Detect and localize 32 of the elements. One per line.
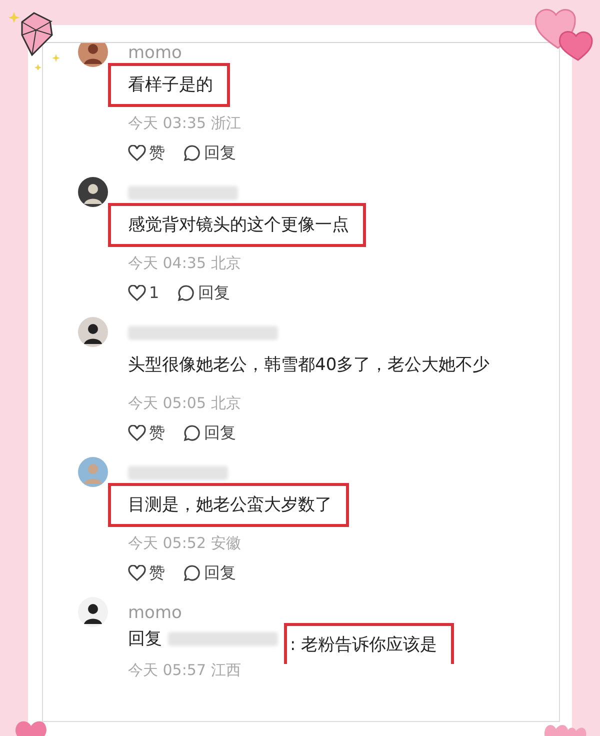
comment-text: 看样子是的	[128, 74, 213, 97]
avatar	[78, 177, 108, 207]
reply-button[interactable]: 回复	[183, 561, 236, 585]
reply-prefix: 回复	[128, 628, 162, 650]
comment-text: : 老粉告诉你应该是	[284, 623, 454, 664]
avatar	[78, 457, 108, 487]
comment-text: 头型很像她老公，韩雪都40多了，老公大她不少	[128, 354, 490, 377]
heart-icon	[128, 285, 146, 301]
comment-text: 目测是，她老公蛮大岁数了	[128, 494, 332, 517]
comment-text: 感觉背对镜头的这个更像一点	[128, 214, 349, 237]
comment-time: 今天 03:35 浙江	[128, 113, 241, 133]
comment-icon	[183, 424, 201, 442]
comment-icon	[177, 284, 196, 302]
comment-time: 今天 04:35 北京	[128, 253, 241, 273]
reply-button[interactable]: 回复	[177, 281, 230, 305]
comment-time: 今天 05:05 北京	[128, 393, 241, 413]
heart-icon	[128, 565, 146, 581]
reply-button[interactable]: 回复	[183, 421, 236, 445]
avatar	[78, 317, 108, 347]
avatar	[78, 43, 108, 67]
heart-icon	[128, 145, 146, 161]
like-button[interactable]: 赞	[128, 561, 165, 585]
comment-time: 今天 05:52 安徽	[128, 533, 241, 553]
heart-icon	[128, 425, 146, 441]
like-button[interactable]: 1	[128, 281, 160, 305]
comment-time: 今天 05:57 江西	[128, 660, 241, 680]
avatar	[78, 597, 108, 627]
like-button[interactable]: 赞	[128, 421, 165, 445]
reply-button[interactable]: 回复	[183, 141, 236, 165]
comment-icon	[183, 564, 201, 582]
comment-icon	[183, 144, 201, 162]
like-button[interactable]: 赞	[128, 141, 165, 165]
